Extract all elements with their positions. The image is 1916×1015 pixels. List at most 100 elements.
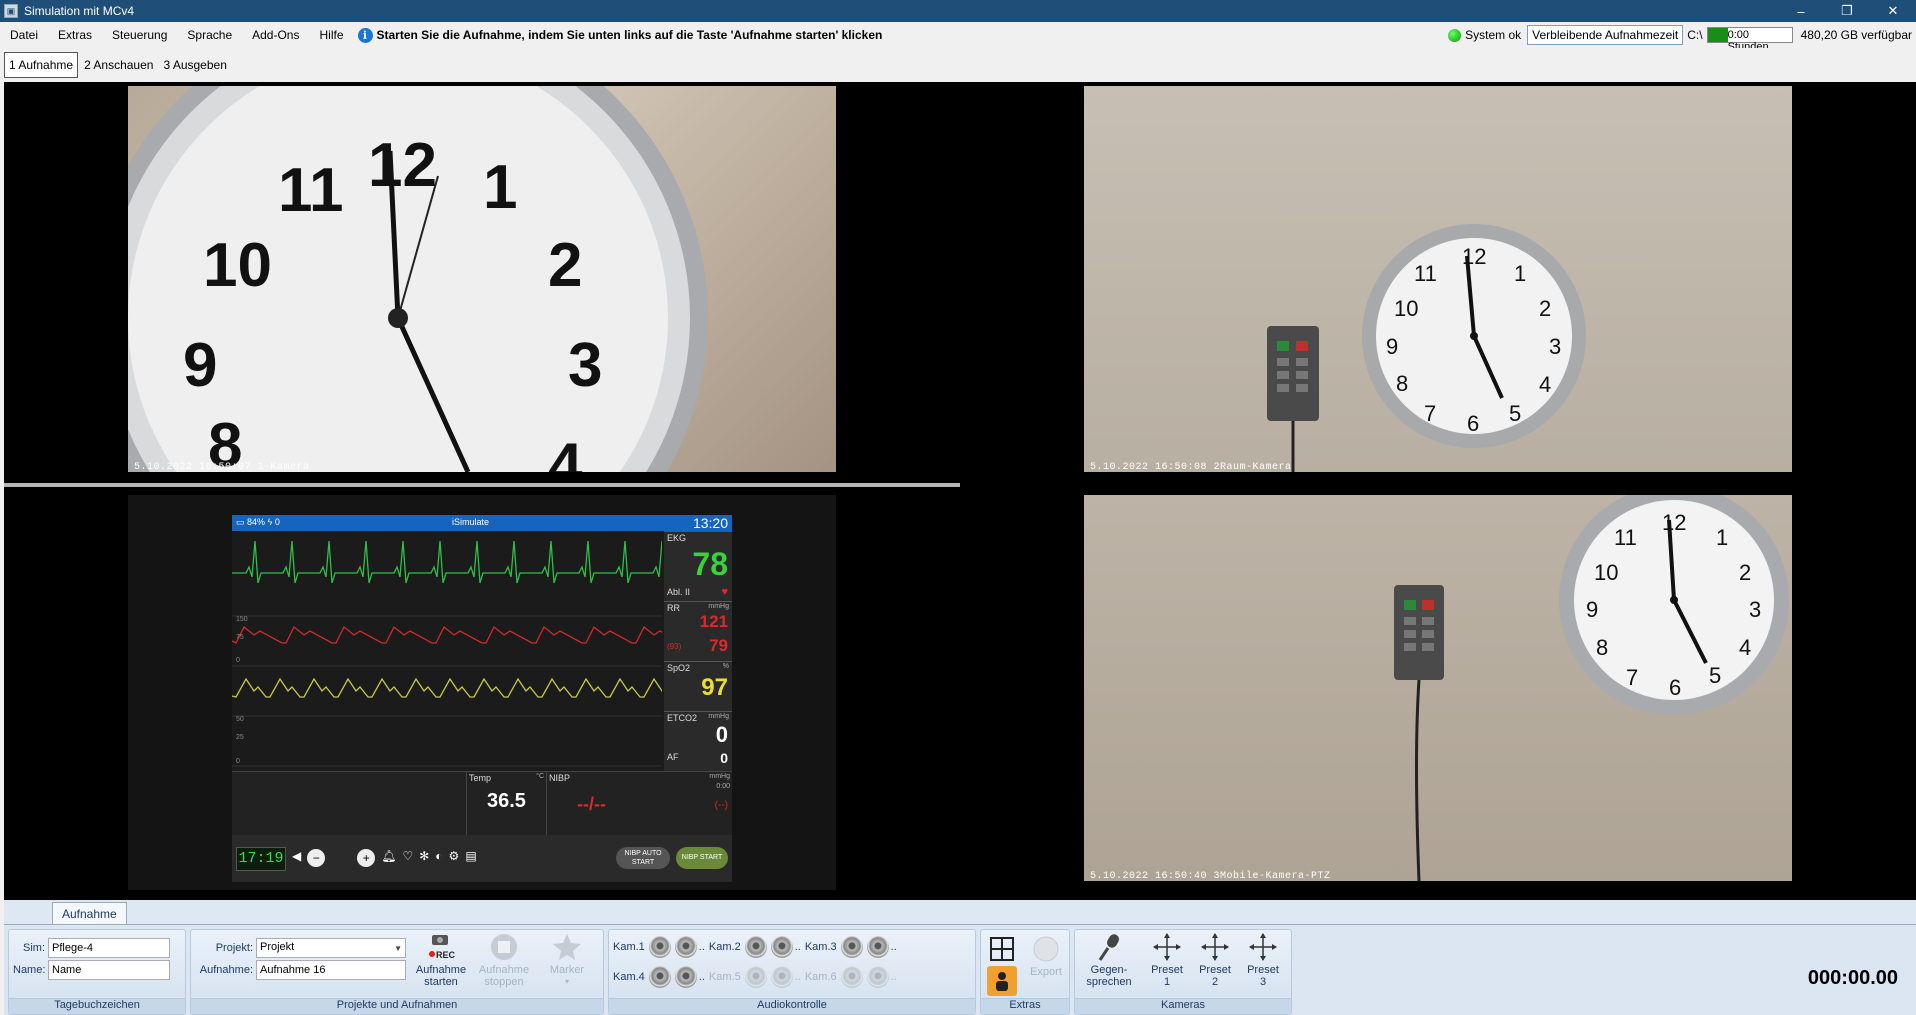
minimize-button[interactable]: – — [1778, 0, 1824, 22]
kam3-knob-b[interactable] — [866, 936, 889, 958]
preset-2-button[interactable]: Preset 2 — [1193, 932, 1237, 988]
menu-extras[interactable]: Extras — [48, 28, 102, 42]
kam6-knob-b[interactable] — [866, 966, 889, 988]
system-ok-label: System ok — [1465, 28, 1522, 42]
kam4-knob-b[interactable] — [674, 966, 697, 988]
group-title-audio: Audiokontrolle — [609, 998, 975, 1014]
kam4-more[interactable]: .. — [699, 971, 705, 983]
group-extras: Export Extras — [980, 929, 1070, 1015]
hours-meter-fill — [1707, 28, 1728, 42]
talk-label-2: sprechen — [1086, 976, 1132, 988]
restore-button[interactable]: ❐ — [1824, 0, 1870, 22]
menu-steuerung[interactable]: Steuerung — [102, 28, 177, 42]
kam4-knob-a[interactable] — [648, 966, 671, 988]
svg-text:6: 6 — [1467, 411, 1479, 436]
svg-text:1: 1 — [1716, 525, 1728, 550]
preset3-label-1: Preset — [1247, 964, 1279, 976]
stop-label-1: Aufnahme — [478, 964, 530, 976]
aufnahme-starten-button[interactable]: REC Aufnahme starten — [413, 932, 469, 988]
menu-hilfe[interactable]: Hilfe — [309, 28, 353, 42]
nibp-auto-start-button[interactable]: NIBP AUTO START — [616, 847, 670, 869]
camera-grid: 12 1 2 3 11 10 9 8 4 5.10.2022 16:50:07 … — [4, 82, 1916, 900]
title-bar: ▣ Simulation mit MCv4 – ❐ ✕ — [0, 0, 1916, 22]
main-tabs: 1 Aufnahme 2 Anschauen 3 Ausgeben — [0, 48, 1916, 82]
contrast-icon[interactable]: ◐ — [435, 849, 442, 867]
kam2-more[interactable]: .. — [795, 941, 801, 953]
svg-text:3: 3 — [568, 331, 602, 400]
af-value: 0 — [720, 750, 728, 766]
group-title-extras: Extras — [981, 998, 1069, 1014]
svg-text:4: 4 — [1739, 635, 1751, 660]
nibp-start-button[interactable]: NIBP START — [676, 847, 728, 869]
aufnahme-input[interactable] — [256, 960, 406, 980]
move-arrows-icon — [1152, 932, 1182, 962]
kam5-knob-a[interactable] — [744, 966, 767, 988]
patient-monitor-view[interactable]: ▭ 84% ϟ 0 iSimulate 13:20 150 75 0 50 25… — [128, 495, 836, 890]
kam6-knob-a[interactable] — [840, 966, 863, 988]
kam5-knob-b[interactable] — [770, 966, 793, 988]
tab-ausgeben[interactable]: 3 Ausgeben — [159, 53, 230, 77]
menu-datei[interactable]: Datei — [0, 28, 48, 42]
menu-add-ons[interactable]: Add-Ons — [242, 28, 309, 42]
sim-input[interactable] — [48, 938, 170, 958]
camera-2-view[interactable]: 12 1 2 3 4 5 6 7 8 9 10 11 5.10.2022 16:50:08 2Raum… — [1084, 86, 1792, 472]
kam1-more[interactable]: .. — [699, 941, 705, 953]
group-title-tagebuch: Tagebuchzeichen — [9, 998, 185, 1014]
clipboard-icon[interactable]: ▤ — [465, 849, 476, 867]
settings-icon[interactable]: ⚙ — [449, 849, 460, 867]
speaker-icon[interactable]: ◀ — [292, 849, 301, 867]
aufnahme-stoppen-button[interactable]: Aufnahme stoppen — [475, 932, 533, 988]
name-input[interactable] — [48, 960, 170, 980]
close-button[interactable]: ✕ — [1870, 0, 1916, 22]
ribbon-tab-aufnahme[interactable]: Aufnahme — [52, 902, 127, 925]
preset-1-button[interactable]: Preset 1 — [1145, 932, 1189, 988]
ribbon-body: Sim: Name: Tagebuchzeichen Projekt: Proj… — [4, 924, 1916, 1015]
ekg-waveform — [232, 540, 662, 584]
grid-layout-button[interactable] — [985, 934, 1019, 966]
view-divider[interactable] — [4, 483, 960, 487]
patient-monitor: ▭ 84% ϟ 0 iSimulate 13:20 150 75 0 50 25… — [232, 515, 732, 882]
svg-text:8: 8 — [1396, 371, 1408, 396]
camera-1-timestamp: 5.10.2022 16:50:07 1-Kamera — [134, 462, 310, 472]
svg-text:9: 9 — [1586, 597, 1598, 622]
kam5-more[interactable]: .. — [795, 971, 801, 983]
gegensprechen-button[interactable]: Gegen- sprechen — [1081, 932, 1137, 988]
kam3-knob-a[interactable] — [840, 936, 863, 958]
bell-icon[interactable]: 🔔︎ — [381, 849, 396, 867]
svg-text:5: 5 — [1709, 663, 1721, 688]
tab-aufnahme[interactable]: 1 Aufnahme — [4, 52, 79, 78]
minus-icon[interactable]: − — [307, 849, 326, 867]
export-icon — [1031, 934, 1061, 964]
kam6-label: Kam.6 — [804, 971, 837, 983]
kam1-knob-b[interactable] — [674, 936, 697, 958]
kam2-knob-b[interactable] — [770, 936, 793, 958]
bp-axis-75: 75 — [236, 634, 244, 641]
kam3-more[interactable]: .. — [891, 941, 897, 953]
kam6-more[interactable]: .. — [891, 971, 897, 983]
camera-3-view[interactable]: 12 1 2 3 4 5 6 7 8 9 10 11 5.10.2022 16:50:40 3Mobi… — [1084, 495, 1792, 881]
camera-1-view[interactable]: 12 1 2 3 11 10 9 8 4 5.10.2022 16:50:07 … — [128, 86, 836, 472]
kam2-knob-a[interactable] — [744, 936, 767, 958]
marker-button[interactable]: Marker ▾ — [539, 932, 595, 988]
tab-anschauen[interactable]: 2 Anschauen — [80, 53, 157, 77]
menu-sprache[interactable]: Sprache — [177, 28, 242, 42]
snowflake-icon[interactable]: ✻ — [419, 849, 429, 867]
operator-button[interactable] — [985, 966, 1019, 998]
stop-label-2: stoppen — [484, 976, 524, 988]
bp-axis-150: 150 — [236, 616, 248, 623]
projekt-select[interactable]: Projekt ▼ — [256, 938, 406, 958]
star-icon — [552, 932, 582, 962]
move-arrows-icon — [1200, 932, 1230, 962]
system-status: System ok — [1448, 28, 1521, 42]
heart-button-icon[interactable]: ♡ — [402, 849, 413, 867]
preset-3-button[interactable]: Preset 3 — [1241, 932, 1285, 988]
group-audiokontrolle: Kam.1.. Kam.2.. Kam.3.. Kam.4.. Kam.5.. … — [608, 929, 976, 1015]
plus-icon[interactable]: + — [357, 849, 376, 867]
ribbon: Aufnahme Sim: Name: Tagebuchzeichen Proj… — [4, 900, 1916, 1015]
ekg-tile: EKG 78 Abl. II ♥ — [664, 531, 732, 601]
export-button[interactable]: Export — [1025, 934, 1067, 978]
preset2-label-1: Preset — [1199, 964, 1231, 976]
kam1-knob-a[interactable] — [648, 936, 671, 958]
talk-label-1: Gegen- — [1090, 964, 1128, 976]
etco2-value: 0 — [715, 722, 728, 747]
